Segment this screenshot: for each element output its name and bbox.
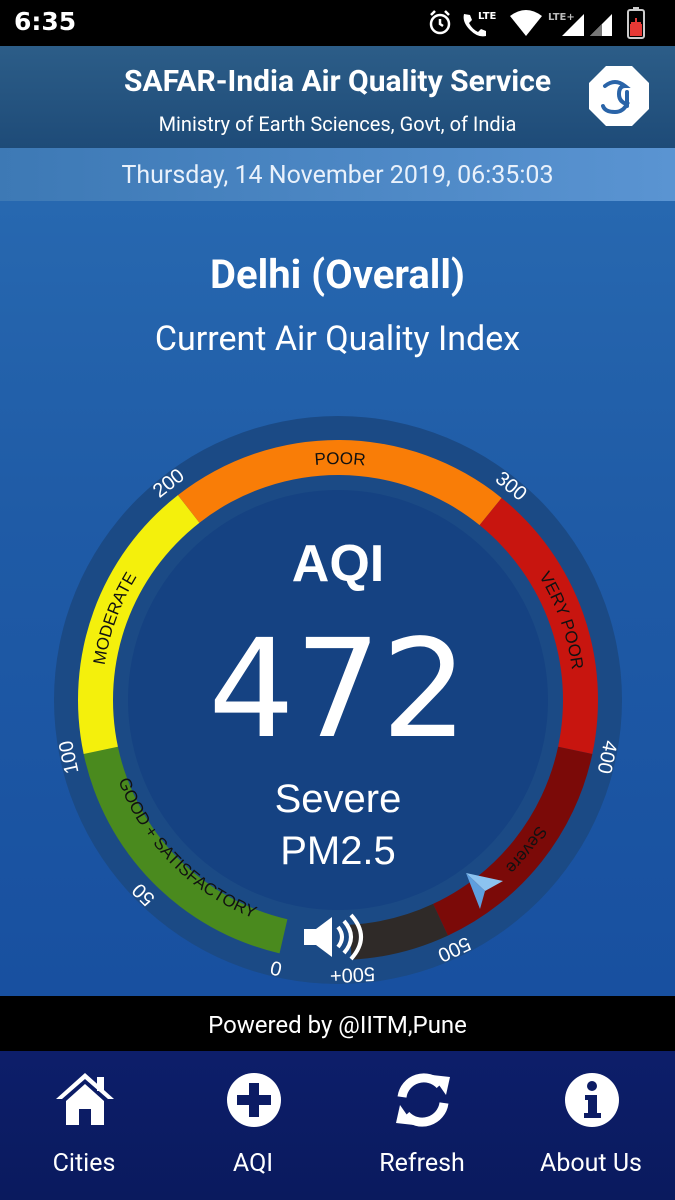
- status-icons: LTE LTE+: [429, 7, 645, 39]
- lte-plus-label: LTE+: [548, 12, 575, 23]
- nav-cities[interactable]: Cities: [0, 1051, 168, 1200]
- nav-label-aqi: AQI: [232, 1149, 274, 1178]
- clock: 6:35: [14, 7, 77, 36]
- call-lte-icon: LTE: [463, 11, 497, 37]
- app-subtitle: Ministry of Earth Sciences, Govt, of Ind…: [158, 112, 517, 136]
- nav-about[interactable]: About Us: [507, 1051, 675, 1200]
- plus-circle-icon: [227, 1073, 281, 1127]
- home-icon: [56, 1073, 114, 1125]
- nav-aqi[interactable]: AQI: [169, 1051, 337, 1200]
- safar-logo-icon: [589, 66, 649, 126]
- alarm-icon: [429, 10, 451, 35]
- aqi-category: Severe: [275, 777, 402, 821]
- battery-icon: [627, 7, 645, 39]
- nav-refresh[interactable]: Refresh: [338, 1051, 506, 1200]
- date-time-bar: Thursday, 14 November 2019, 06:35:03: [0, 148, 675, 201]
- aqi-value: 472: [208, 611, 468, 769]
- signal-icon-2: [590, 14, 612, 36]
- nav-label-refresh: Refresh: [379, 1149, 465, 1178]
- gauge-tick-label: 500+: [329, 962, 375, 986]
- band-label-2: POOR: [314, 449, 366, 470]
- bottom-nav: Cities AQI Refresh About Us: [0, 1051, 675, 1200]
- nav-label-cities: Cities: [52, 1149, 116, 1178]
- status-bar: 6:35 LTE LTE+: [0, 0, 675, 46]
- app-title: SAFAR-India Air Quality Service: [123, 64, 552, 99]
- wifi-icon: [510, 10, 542, 36]
- info-icon: [565, 1073, 619, 1127]
- app-header: SAFAR-India Air Quality Service Ministry…: [0, 46, 675, 148]
- main-panel: Delhi (Overall) Current Air Quality Inde…: [0, 201, 675, 996]
- aqi-gauge: GOOD + SATISFACTORYMODERATEPOORVERY POOR…: [54, 416, 622, 987]
- refresh-icon: [396, 1073, 450, 1127]
- aqi-label: AQI: [292, 535, 384, 593]
- nav-label-about: About Us: [540, 1149, 642, 1178]
- pollutant-name: PM2.5: [280, 829, 396, 873]
- lte-label: LTE: [478, 11, 497, 22]
- powered-by: Powered by @IITM,Pune: [0, 996, 675, 1051]
